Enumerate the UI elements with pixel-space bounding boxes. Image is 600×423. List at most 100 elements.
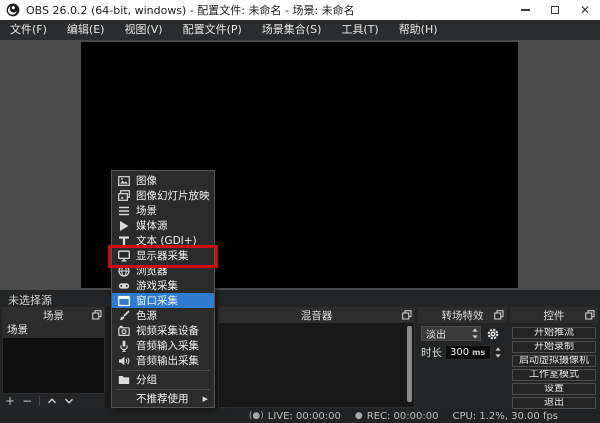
source-status-row: 未选择源 — [0, 290, 600, 307]
menu-item-video-capture-device[interactable]: 视频采集设备 — [112, 323, 214, 338]
group-folder-icon — [118, 374, 130, 386]
exit-button[interactable]: 退出 — [512, 397, 596, 409]
maximize-button[interactable] — [540, 0, 570, 20]
scene-list: 场景 — [2, 323, 105, 394]
duration-value: 300 — [450, 347, 470, 358]
menu-item-color-source[interactable]: 色源 — [112, 308, 214, 323]
menu-item-label: 分组 — [136, 374, 157, 386]
obs-logo-icon — [6, 3, 20, 17]
menu-item-image[interactable]: 图像 — [112, 173, 214, 188]
mixer-panel-title: 混音器 — [300, 309, 333, 322]
menu-profile[interactable]: 配置文件(P) — [173, 20, 252, 40]
duration-label: 时长 — [421, 347, 442, 359]
menu-view[interactable]: 视图(V) — [114, 20, 172, 40]
popout-icon[interactable] — [494, 310, 504, 320]
menu-item-label: 图像幻灯片放映 — [136, 190, 210, 202]
menu-item-audio-output-capture[interactable]: 音频输出采集 — [112, 353, 214, 368]
scenes-panel-header[interactable]: 场景 — [2, 307, 105, 323]
preview-area — [0, 40, 600, 290]
menu-scene-collection[interactable]: 场景集合(S) — [252, 20, 332, 40]
mixer-panel-header[interactable]: 混音器 — [218, 307, 415, 323]
speaker-icon — [118, 355, 130, 367]
popout-icon[interactable] — [402, 310, 412, 320]
duration-unit: ms — [472, 348, 486, 357]
popout-icon[interactable] — [92, 310, 102, 320]
transition-gear-icon[interactable] — [486, 327, 500, 341]
scene-list-item[interactable]: 场景 — [3, 323, 104, 338]
menu-item-media-source[interactable]: 媒体源 — [112, 218, 214, 233]
stepper-arrows-icon — [494, 347, 501, 358]
menu-item-slideshow[interactable]: 图像幻灯片放映 — [112, 188, 214, 203]
move-down-button[interactable] — [64, 396, 74, 406]
menu-item-scene[interactable]: 场景 — [112, 203, 214, 218]
minimize-button[interactable] — [510, 0, 540, 20]
menu-item-audio-input-capture[interactable]: 音频输入采集 — [112, 338, 214, 353]
menu-item-label: 媒体源 — [136, 220, 168, 232]
mixer-body — [218, 323, 415, 408]
menu-separator — [116, 389, 210, 390]
image-icon — [118, 175, 130, 187]
studio-mode-button[interactable]: 工作室模式 — [512, 369, 596, 381]
menu-item-label: 窗口采集 — [136, 295, 178, 307]
mixer-panel: 混音器 — [218, 307, 415, 408]
no-source-label: 未选择源 — [8, 294, 52, 307]
popout-icon[interactable] — [585, 310, 595, 320]
slideshow-icon — [118, 189, 130, 202]
menu-item-window-capture[interactable]: 窗口采集 — [112, 293, 214, 308]
close-icon: ✕ — [579, 3, 591, 17]
menu-item-label: 不推荐使用 — [136, 393, 189, 405]
add-source-context-menu: 图像 图像幻灯片放映 场景 媒体源 文本 (GDI+) 显示器采集 浏览器 游戏… — [111, 170, 215, 408]
close-button[interactable]: ✕ — [570, 0, 600, 20]
scenes-toolbar: + − — [2, 394, 105, 408]
statusbar: (●) LIVE: 00:00:00 ● REC: 00:00:00 CPU: … — [0, 409, 600, 423]
rec-status: ● REC: 00:00:00 — [355, 411, 439, 422]
transitions-panel: 转场特效 淡出 时长 300 ms — [418, 307, 507, 408]
obs-main-window: OBS 26.0.2 (64-bit, windows) - 配置文件: 未命名… — [0, 0, 600, 423]
red-highlight-box — [108, 245, 218, 268]
media-play-icon — [118, 220, 130, 232]
menu-item-label: 视频采集设备 — [136, 325, 199, 337]
menu-item-label: 色源 — [136, 310, 157, 322]
cpu-fps-text: CPU: 1.2%, 30.00 fps — [452, 410, 558, 422]
mixer-scrollbar[interactable] — [407, 326, 412, 402]
menu-item-group[interactable]: 分组 — [112, 372, 214, 387]
menu-file[interactable]: 文件(F) — [0, 20, 57, 40]
live-signal-icon: (●) — [248, 411, 264, 421]
transition-select[interactable]: 淡出 — [421, 326, 481, 341]
scenes-panel: 场景 场景 + − — [2, 307, 105, 408]
minimize-icon — [520, 9, 530, 11]
menu-edit[interactable]: 编辑(E) — [57, 20, 115, 40]
transition-selected-value: 淡出 — [426, 330, 446, 341]
mic-icon — [118, 340, 130, 352]
titlebar: OBS 26.0.2 (64-bit, windows) - 配置文件: 未命名… — [0, 0, 600, 20]
maximize-icon — [551, 6, 559, 14]
settings-button[interactable]: 设置 — [512, 383, 596, 395]
duration-input[interactable]: 300 ms — [445, 345, 491, 360]
menu-item-game-capture[interactable]: 游戏采集 — [112, 278, 214, 293]
menu-item-label: 音频输出采集 — [136, 355, 199, 367]
menu-separator — [116, 370, 210, 371]
rec-dot-icon: ● — [354, 411, 363, 421]
start-streaming-button[interactable]: 开始推流 — [512, 327, 596, 339]
menu-help[interactable]: 帮助(H) — [389, 20, 448, 40]
menu-item-label: 场景 — [136, 205, 157, 217]
window-icon — [118, 295, 130, 307]
menu-item-label: 音频输入采集 — [136, 340, 199, 352]
duration-stepper[interactable] — [493, 345, 503, 360]
scenes-panel-title: 场景 — [43, 309, 64, 322]
menu-item-deprecated[interactable]: 不推荐使用 ▶ — [112, 391, 214, 406]
cpu-status: CPU: 1.2%, 30.00 fps — [452, 411, 558, 422]
rec-time: REC: 00:00:00 — [366, 410, 439, 422]
menu-tools[interactable]: 工具(T) — [331, 20, 388, 40]
controls-panel: 控件 开始推流 开始录制 启动虚拟摄像机 工作室模式 设置 退出 — [510, 307, 598, 409]
start-recording-button[interactable]: 开始录制 — [512, 341, 596, 353]
live-time: LIVE: 00:00:00 — [267, 410, 341, 422]
color-brush-icon — [118, 309, 130, 322]
remove-scene-button[interactable]: − — [22, 395, 32, 407]
move-up-button[interactable] — [47, 396, 57, 406]
start-virtual-camera-button[interactable]: 启动虚拟摄像机 — [512, 355, 596, 367]
transitions-panel-header[interactable]: 转场特效 — [418, 307, 507, 323]
add-scene-button[interactable]: + — [5, 395, 15, 407]
controls-panel-header[interactable]: 控件 — [510, 307, 598, 323]
live-status: (●) LIVE: 00:00:00 — [249, 411, 341, 422]
